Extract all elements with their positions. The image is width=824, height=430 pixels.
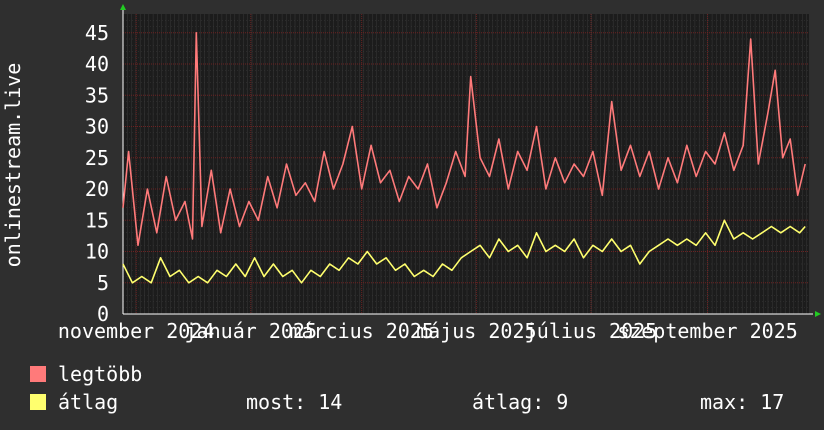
x-axis-arrow [815, 311, 821, 317]
legend-item-avg: átlag most: 14 átlag: 9 max: 17 [30, 390, 810, 418]
y-tick-label: 45 [85, 21, 109, 45]
legend-swatch-avg [30, 394, 46, 410]
y-tick-label: 5 [97, 271, 109, 295]
x-tick-label: május 2025 [416, 319, 536, 343]
y-tick-label: 35 [85, 83, 109, 107]
y-tick-label: 30 [85, 115, 109, 139]
y-axis-arrow [120, 4, 126, 10]
y-tick-label: 15 [85, 208, 109, 232]
y-tick-label: 40 [85, 52, 109, 76]
x-tick-label: március 2025 [289, 319, 434, 343]
legend-swatch-max [30, 366, 46, 382]
stat-now: most: 14 [246, 390, 343, 414]
legend-label-max: legtöbb [58, 362, 143, 386]
legend: legtöbb átlag most: 14 átlag: 9 max: 17 [30, 362, 810, 418]
stat-max: max: 17 [700, 390, 785, 414]
legend-label-avg: átlag [58, 390, 119, 414]
legend-item-max: legtöbb [30, 362, 810, 390]
y-tick-label: 20 [85, 177, 109, 201]
y-tick-label: 25 [85, 146, 109, 170]
y-axis-label: onlinestream.live [1, 63, 25, 268]
stat-avg: átlag: 9 [472, 390, 569, 414]
x-tick-label: szeptember 2025 [617, 319, 798, 343]
y-tick-label: 10 [85, 240, 109, 264]
